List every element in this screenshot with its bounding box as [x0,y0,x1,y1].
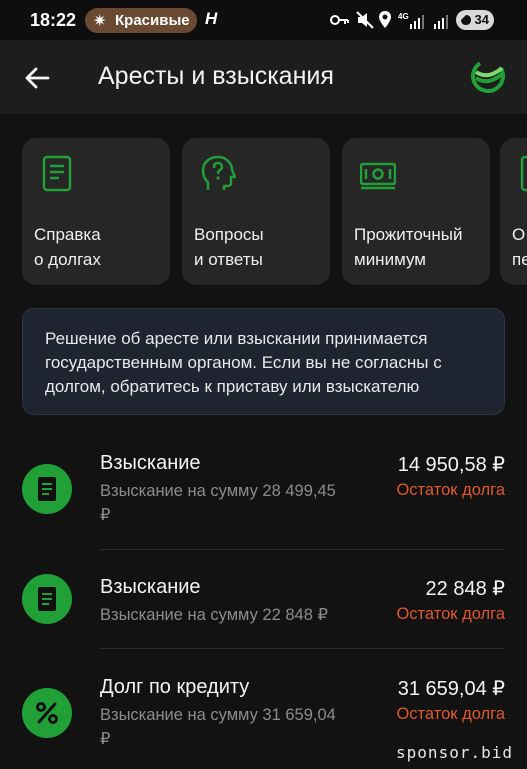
question-head-icon [201,155,236,190]
card-partial[interactable]: Опе [500,138,527,285]
debt-status: Остаток долга [396,605,505,623]
svg-text:4G: 4G [398,12,409,21]
debt-status: Остаток долга [396,705,505,723]
sparkle-icon: ✷ [93,13,107,30]
card-label: Опе [512,225,527,269]
info-text: Решение об аресте или взыскании принимае… [45,329,442,396]
debt-subtitle: Взыскание на сумму 22 848 ₽ [100,606,328,624]
debt-row[interactable]: Взыскание Взыскание на сумму 28 499,45 ₽… [0,440,527,550]
watermark-text: sponsor.bid [396,743,513,762]
debt-icon-circle [22,574,72,624]
mute-icon [356,11,374,29]
debt-subtitle: Взыскание на сумму 31 659,04 ₽ [100,706,336,748]
debt-icon-circle [22,688,72,738]
document-icon [42,155,72,192]
debt-row[interactable]: Взыскание Взыскание на сумму 22 848 ₽ 22… [0,564,527,648]
4g-signal-icon: 4G [398,12,424,29]
location-icon [379,11,391,28]
document-icon [520,155,527,192]
sber-logo-icon [471,59,505,93]
status-bar: 18:22 ✷ Красивые H 4G 34 [0,0,527,40]
battery-level: 34 [474,12,489,27]
battery-indicator: 34 [456,10,494,30]
debt-title: Взыскание [100,576,201,598]
banknote-icon [360,162,396,190]
debt-subtitle: Взыскание на сумму 28 499,45 ₽ [100,482,336,524]
list-divider [100,648,505,649]
notification-pill[interactable]: ✷ Красивые [85,8,197,33]
debt-icon-circle [22,464,72,514]
debt-title: Долг по кредиту [100,676,250,698]
notification-text: Красивые [115,12,190,29]
document-icon [38,587,56,611]
signal-icon [434,15,448,29]
key-icon [330,15,349,25]
card-label: Прожиточный минимум [354,225,463,269]
debt-amount: 14 950,58 ₽ [397,454,505,476]
arrow-left-icon[interactable] [22,62,54,94]
card-debt-certificate[interactable]: Справка о долгах [22,138,170,285]
list-divider [100,549,505,550]
app-notification-icon: H [205,9,218,28]
card-label: Справка о долгах [34,225,101,269]
debt-title: Взыскание [100,452,201,474]
debt-amount: 31 659,04 ₽ [397,678,505,700]
debt-status: Остаток долга [396,481,505,499]
page-title: Аресты и взыскания [98,62,334,90]
card-label: Вопросы и ответы [194,225,264,269]
info-banner: Решение об аресте или взыскании принимае… [22,308,505,415]
battery-saver-icon [461,15,471,25]
debt-amount: 22 848 ₽ [425,578,505,600]
app-header: Аресты и взыскания [0,40,527,114]
card-faq[interactable]: Вопросы и ответы [182,138,330,285]
card-subsistence-minimum[interactable]: Прожиточный минимум [342,138,490,285]
status-time: 18:22 [30,10,77,30]
document-icon [38,477,56,501]
percent-icon [36,702,58,724]
quick-actions-carousel[interactable]: Справка о долгах Вопросы и ответы Прожиточ… [0,138,527,286]
